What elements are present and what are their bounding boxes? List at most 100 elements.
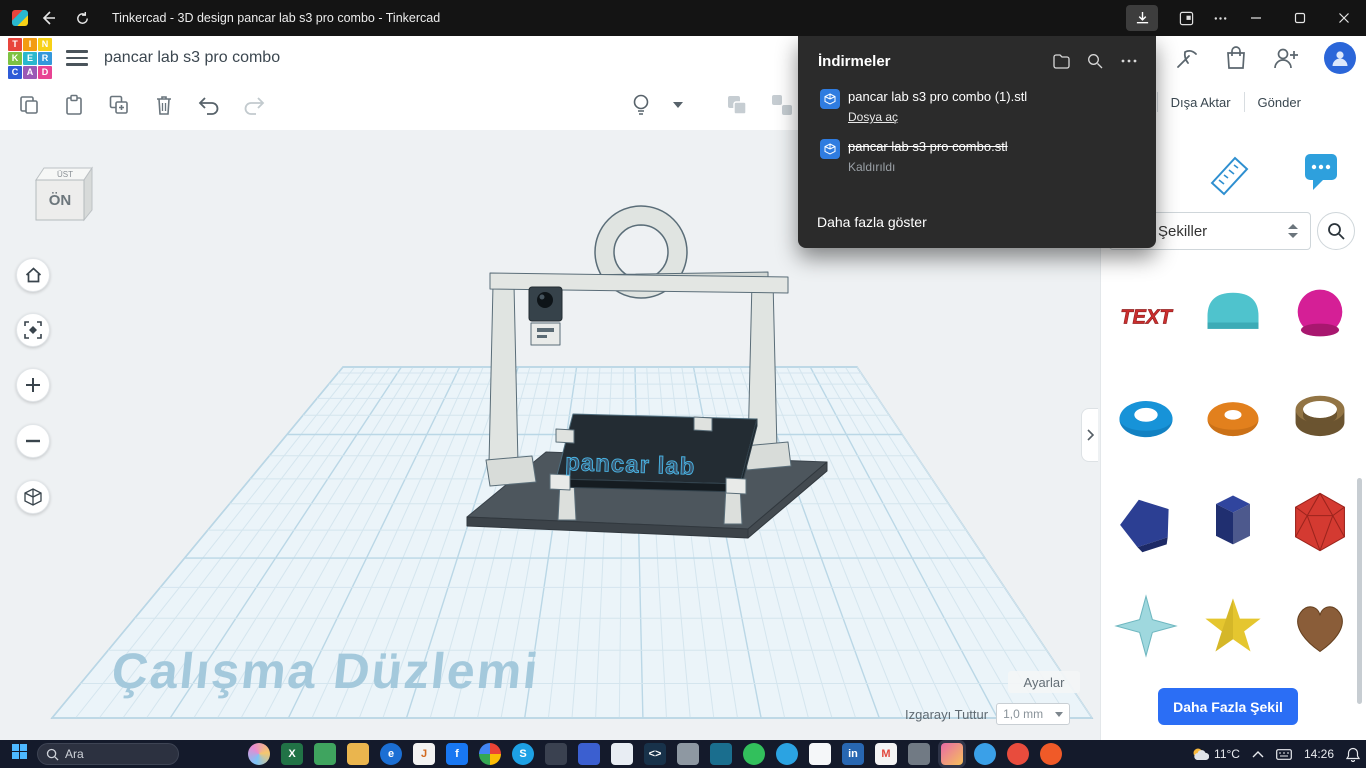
clock[interactable]: 14:26 xyxy=(1304,747,1334,761)
copilot-icon[interactable] xyxy=(248,743,270,765)
keyboard-language-icon[interactable] xyxy=(1276,749,1292,760)
cura-icon[interactable] xyxy=(710,743,732,765)
refresh-button[interactable] xyxy=(68,4,96,32)
search-downloads-button[interactable] xyxy=(1084,50,1106,72)
shape-torus[interactable] xyxy=(1102,366,1189,470)
document-icon[interactable]: J xyxy=(413,743,435,765)
avatar[interactable] xyxy=(1324,42,1356,74)
panel-collapse-handle[interactable] xyxy=(1081,408,1098,462)
excel-icon[interactable]: X xyxy=(281,743,303,765)
menu-icon[interactable] xyxy=(66,46,88,70)
shape-icosahedron[interactable] xyxy=(1276,470,1363,574)
brave-icon[interactable] xyxy=(1040,743,1062,765)
show-all-button[interactable] xyxy=(624,88,658,122)
show-all-caret[interactable] xyxy=(669,88,687,122)
windows-icon xyxy=(12,744,27,759)
snap-grid-label: Izgarayı Tuttur xyxy=(905,707,988,722)
card-icon[interactable] xyxy=(809,743,831,765)
close-button[interactable] xyxy=(1322,0,1366,36)
panel-scrollbar[interactable] xyxy=(1357,478,1362,704)
zoom-out-button[interactable] xyxy=(16,424,50,458)
invite-person-icon[interactable] xyxy=(1272,45,1300,71)
browser-hub-button[interactable] xyxy=(1172,4,1200,32)
notification-bell-icon[interactable] xyxy=(1346,747,1360,762)
facebook-icon[interactable]: f xyxy=(446,743,468,765)
perspective-toggle-button[interactable] xyxy=(16,480,50,514)
snap-grid-value: 1,0 mm xyxy=(1003,707,1043,721)
view-cube[interactable]: ÜST ÖN xyxy=(26,158,100,236)
edge-beta-icon[interactable] xyxy=(974,743,996,765)
more-shapes-button[interactable]: Daha Fazla Şekil xyxy=(1158,688,1298,725)
opera-icon[interactable] xyxy=(1007,743,1029,765)
ungroup-button[interactable] xyxy=(765,88,799,122)
back-button[interactable] xyxy=(34,4,62,32)
open-downloads-folder-button[interactable] xyxy=(1050,50,1072,72)
home-view-button[interactable] xyxy=(16,258,50,292)
photos-icon[interactable] xyxy=(941,743,963,765)
logo-tile: C xyxy=(8,66,22,79)
redo-button[interactable] xyxy=(237,88,271,122)
tools-icon[interactable] xyxy=(677,743,699,765)
notes-tool-icon[interactable] xyxy=(1301,150,1341,192)
shape-paraboloid[interactable] xyxy=(1276,262,1363,366)
duplicate-button[interactable] xyxy=(102,88,136,122)
copy-button[interactable] xyxy=(12,88,46,122)
downloads-button[interactable] xyxy=(1126,5,1158,31)
folder-icon[interactable] xyxy=(347,743,369,765)
box-icon[interactable] xyxy=(545,743,567,765)
shape-tube[interactable] xyxy=(1276,366,1363,470)
settings-icon[interactable] xyxy=(908,743,930,765)
mail-icon[interactable]: M xyxy=(875,743,897,765)
shape-heart[interactable] xyxy=(1276,574,1363,678)
model-text[interactable]: pancar lab xyxy=(565,449,696,481)
shape-star-4point[interactable] xyxy=(1102,574,1189,678)
shopping-bag-icon[interactable] xyxy=(1224,45,1248,71)
phone-link-icon[interactable] xyxy=(611,743,633,765)
open-file-link[interactable]: Dosya aç xyxy=(848,110,898,124)
sheets-icon[interactable] xyxy=(314,743,336,765)
edge-icon[interactable]: e xyxy=(380,743,402,765)
undo-button[interactable] xyxy=(192,88,226,122)
paint3d-icon[interactable] xyxy=(578,743,600,765)
pickaxe-icon[interactable] xyxy=(1174,45,1200,71)
paste-icon xyxy=(63,94,85,116)
download-item[interactable]: pancar lab s3 pro combo.stl Kaldırıldı xyxy=(798,132,1156,180)
minimize-button[interactable] xyxy=(1234,0,1278,36)
download-item[interactable]: pancar lab s3 pro combo (1).stl Dosya aç xyxy=(798,82,1156,132)
shape-torus-thick[interactable] xyxy=(1189,366,1276,470)
paste-button[interactable] xyxy=(57,88,91,122)
zoom-in-button[interactable] xyxy=(16,368,50,402)
send-button[interactable]: Gönder xyxy=(1258,95,1301,110)
telegram-icon[interactable] xyxy=(776,743,798,765)
export-button[interactable]: Dışa Aktar xyxy=(1171,95,1231,110)
start-button[interactable] xyxy=(12,744,27,764)
skype-icon[interactable]: S xyxy=(512,743,534,765)
settings-button[interactable]: Ayarlar xyxy=(1008,671,1080,693)
shape-round-roof[interactable] xyxy=(1189,262,1276,366)
group-button[interactable] xyxy=(720,88,754,122)
maximize-button[interactable] xyxy=(1278,0,1322,36)
fit-view-button[interactable] xyxy=(16,313,50,347)
hidden-icons-chevron[interactable] xyxy=(1252,751,1264,758)
shape-search-button[interactable] xyxy=(1317,212,1355,250)
downloads-more-button[interactable] xyxy=(1118,50,1140,72)
avatar-person-icon xyxy=(1330,48,1350,68)
delete-button[interactable] xyxy=(147,88,181,122)
chrome-icon[interactable] xyxy=(479,743,501,765)
ruler-tool-icon[interactable] xyxy=(1207,148,1253,196)
snap-grid-select[interactable]: 1,0 mm xyxy=(996,703,1070,725)
vscode-icon[interactable]: <> xyxy=(644,743,666,765)
shape-hex-prism[interactable] xyxy=(1189,470,1276,574)
design-title[interactable]: pancar lab s3 pro combo xyxy=(104,49,280,67)
linkedin-icon[interactable]: in xyxy=(842,743,864,765)
viewcube-front-label: ÖN xyxy=(49,192,72,209)
shape-text[interactable]: TEXT xyxy=(1102,262,1189,366)
browser-menu-button[interactable] xyxy=(1206,4,1234,32)
shape-polygon[interactable] xyxy=(1102,470,1189,574)
weather-widget[interactable]: 11°C xyxy=(1192,747,1240,761)
tinkercad-logo[interactable]: TIN KER CAD xyxy=(8,38,52,79)
shape-star-5point[interactable] xyxy=(1189,574,1276,678)
whatsapp-icon[interactable] xyxy=(743,743,765,765)
taskbar-search[interactable]: Ara xyxy=(37,743,179,765)
show-more-downloads-link[interactable]: Daha fazla göster xyxy=(817,214,927,230)
